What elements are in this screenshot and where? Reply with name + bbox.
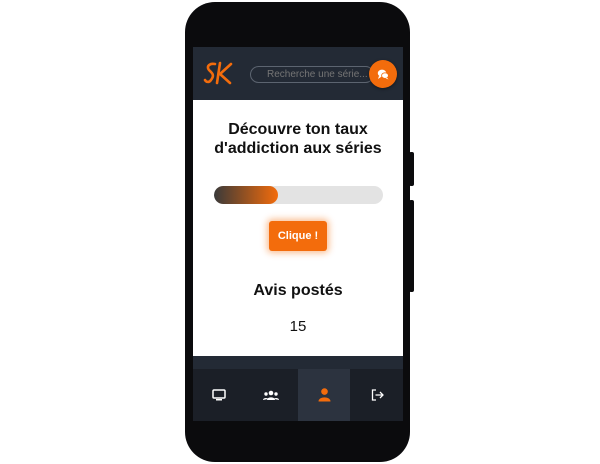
tv-monitor-icon (212, 389, 226, 401)
chat-button[interactable] (369, 60, 397, 88)
click-button[interactable]: Clique ! (269, 221, 327, 251)
phone-volume-button (409, 200, 414, 292)
users-group-icon (263, 390, 279, 400)
sk-logo[interactable] (203, 60, 237, 86)
phone-side-button (409, 152, 414, 186)
user-profile-icon (318, 388, 330, 402)
nav-item-logout[interactable] (351, 369, 403, 421)
page-title-line1: Découvre ton taux (228, 121, 368, 138)
reviews-title: Avis postés (253, 282, 343, 299)
nav-top-strip (193, 356, 403, 369)
page-title-line2: d'addiction aux séries (214, 140, 382, 157)
addiction-progress-bar (214, 186, 383, 204)
logout-icon (371, 389, 384, 401)
nav-item-profile[interactable] (298, 369, 350, 421)
nav-item-series[interactable] (193, 369, 245, 421)
page-title: Découvre ton taux d'addiction aux séries (193, 120, 403, 158)
progress-fill (214, 186, 279, 204)
bottom-nav (193, 356, 403, 421)
top-bar (193, 47, 403, 100)
nav-item-friends[interactable] (245, 369, 297, 421)
reviews-count: 15 (289, 318, 307, 335)
search-input[interactable] (250, 66, 374, 83)
chat-bubbles-icon (377, 69, 389, 79)
app-screen: Découvre ton taux d'addiction aux séries… (193, 47, 403, 421)
